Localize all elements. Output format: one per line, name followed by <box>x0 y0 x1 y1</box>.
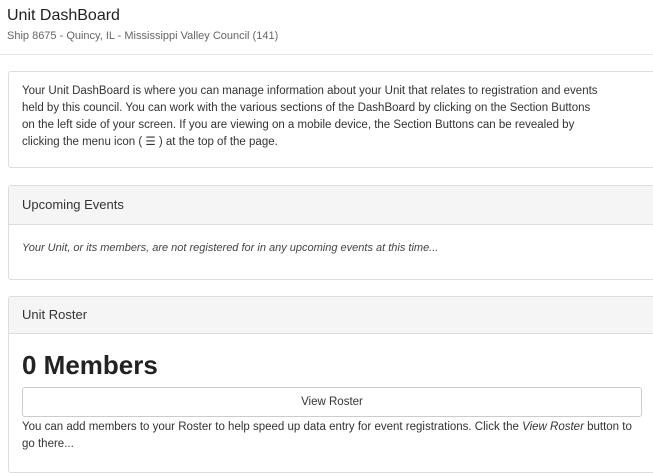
upcoming-events-heading: Upcoming Events <box>9 186 653 225</box>
intro-panel: Your Unit DashBoard is where you can man… <box>8 71 653 168</box>
roster-help-link-text: View Roster <box>522 421 584 433</box>
menu-icon: ☰ <box>145 136 156 148</box>
intro-text-end: ) at the top of the page. <box>155 136 278 148</box>
view-roster-button[interactable]: View Roster <box>22 387 642 417</box>
upcoming-events-message: Your Unit, or its members, are not regis… <box>22 242 439 254</box>
intro-text: Your Unit DashBoard is where you can man… <box>9 72 619 151</box>
members-count: 0 Members <box>22 350 158 380</box>
upcoming-events-panel: Upcoming Events Your Unit, or its member… <box>8 185 653 280</box>
header-divider <box>0 54 653 55</box>
roster-help-text: You can add members to your Roster to he… <box>22 419 644 453</box>
unit-roster-heading: Unit Roster <box>9 297 653 334</box>
unit-subtitle: Ship 8675 - Quincy, IL - Mississippi Val… <box>7 30 279 42</box>
page-title: Unit DashBoard <box>7 7 120 24</box>
page-header: Unit DashBoard Ship 8675 - Quincy, IL - … <box>7 6 647 43</box>
unit-roster-panel: Unit Roster 0 Members View Roster You ca… <box>8 296 653 473</box>
roster-help-start: You can add members to your Roster to he… <box>22 421 523 433</box>
intro-text-start: Your Unit DashBoard is where you can man… <box>22 85 598 148</box>
